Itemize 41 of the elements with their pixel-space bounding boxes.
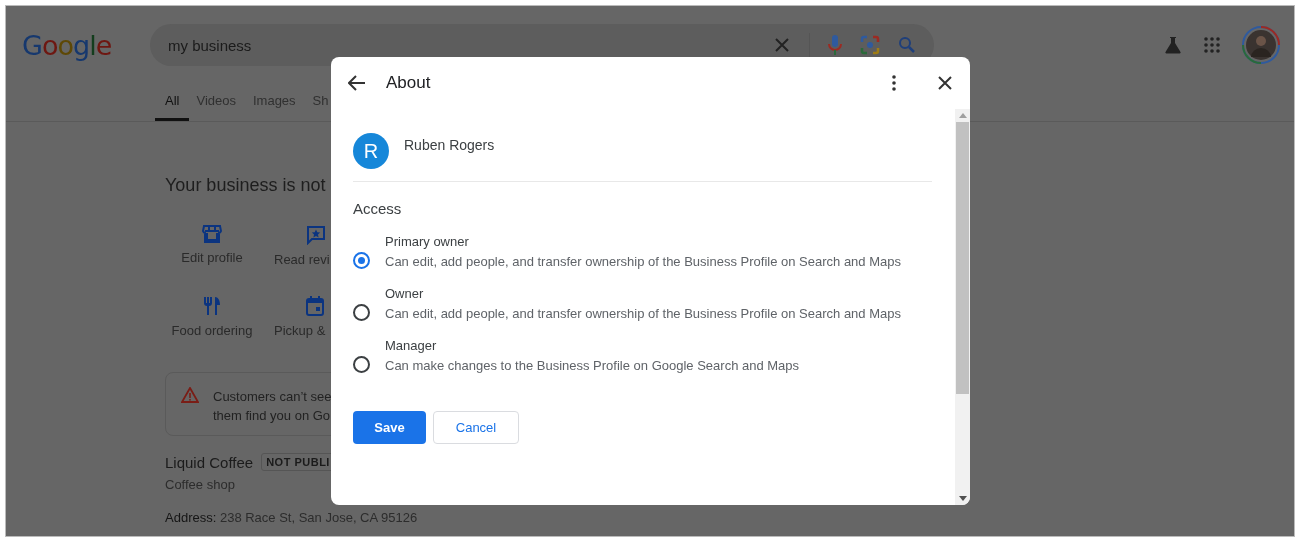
review-star-icon[interactable] [306, 225, 326, 245]
role-description: Can edit, add people, and transfer ownership of the Business Profile on Search and Maps [385, 306, 901, 321]
role-description: Can edit, add people, and transfer ownership of the Business Profile on Search and Maps [385, 254, 901, 269]
clear-icon[interactable] [773, 36, 791, 54]
business-heading: Your business is not [165, 175, 327, 196]
flask-icon[interactable] [1164, 36, 1182, 54]
close-icon[interactable] [938, 76, 952, 90]
cancel-button[interactable]: Cancel [433, 411, 519, 444]
role-name: Manager [385, 338, 438, 353]
user-name: Ruben Rogers [404, 137, 495, 153]
radio-button[interactable] [353, 252, 370, 269]
apps-grid-icon[interactable] [1204, 37, 1220, 53]
calendar-icon[interactable] [306, 296, 324, 316]
camera-lens-icon[interactable] [860, 35, 880, 55]
radio-button[interactable] [353, 356, 370, 373]
save-button[interactable]: Save [353, 411, 426, 444]
search-tab[interactable]: All [155, 93, 190, 121]
fork-knife-icon[interactable] [203, 296, 221, 316]
warning-icon [181, 387, 199, 403]
business-category: Coffee shop [165, 477, 236, 492]
search-icon[interactable] [898, 36, 916, 54]
radio-button[interactable] [353, 304, 370, 321]
scroll-up-icon[interactable] [958, 113, 967, 118]
section-title: Access [353, 200, 403, 217]
business-name: Liquid Coffee [165, 453, 254, 471]
action-label[interactable]: Edit profile [181, 250, 243, 265]
business-address: Address: 238 Race St, San Jose, CA 95126 [165, 510, 419, 525]
more-options-icon[interactable] [892, 75, 896, 91]
role-name: Owner [385, 286, 425, 301]
dialog-title: About [386, 73, 431, 93]
scrollbar[interactable] [955, 109, 970, 505]
scroll-down-icon[interactable] [958, 496, 967, 501]
warning-text: Customers can’t see them find you on Go [213, 388, 332, 425]
user-avatar: R [353, 133, 389, 169]
action-label[interactable]: Pickup & [274, 323, 326, 338]
storefront-icon[interactable] [202, 225, 222, 243]
action-label[interactable]: Read revi [274, 252, 330, 267]
action-label[interactable]: Food ordering [171, 323, 253, 338]
role-name: Primary owner [385, 234, 470, 249]
role-description: Can make changes to the Business Profile on Google Search and Maps [385, 358, 800, 373]
back-arrow-icon[interactable] [348, 75, 366, 91]
